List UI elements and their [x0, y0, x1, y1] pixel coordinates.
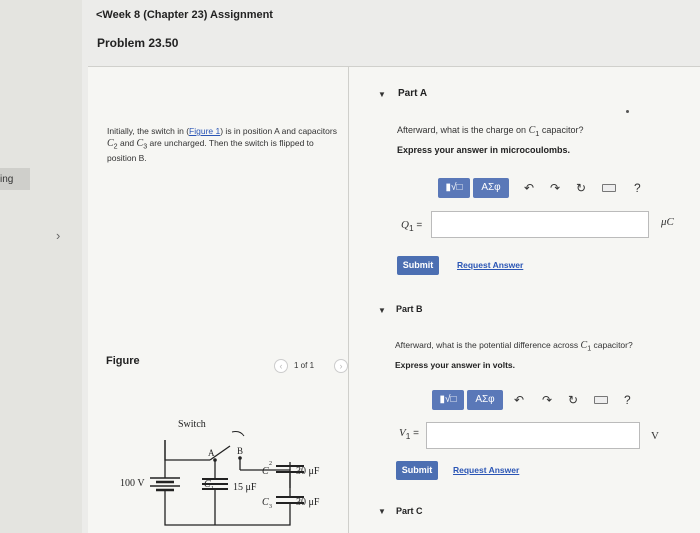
c1-subscript: 1: [211, 486, 214, 492]
question-text: Afterward, what is the charge on: [397, 125, 529, 135]
variable-symbol: Q: [401, 219, 409, 231]
part-b-question: Afterward, what is the potential differe…: [395, 340, 633, 353]
indicator-dot: [626, 110, 629, 113]
figure-link[interactable]: Figure 1: [189, 126, 220, 136]
part-a-request-answer-link[interactable]: Request Answer: [457, 260, 523, 270]
equals-sign: =: [413, 428, 419, 439]
part-b-instruction: Express your answer in volts.: [395, 360, 515, 370]
previous-figure-button[interactable]: ‹: [274, 359, 288, 373]
c2-subscript: 2: [269, 461, 272, 467]
problem-title: Problem 23.50: [97, 36, 179, 50]
problem-text-part: and: [117, 137, 137, 148]
collapse-caret-icon[interactable]: ▼: [378, 90, 386, 99]
answer-variable-label: Q1 =: [401, 219, 422, 233]
templates-button[interactable]: ▮√□: [438, 178, 470, 198]
greek-symbols-button[interactable]: ΑΣφ: [473, 178, 509, 198]
greek-symbols-button[interactable]: ΑΣφ: [467, 390, 503, 410]
capacitor-symbol: C: [107, 137, 114, 149]
switch-contact-a: [213, 458, 217, 462]
switch-label: Switch: [178, 419, 206, 430]
question-text: Afterward, what is the potential differe…: [395, 340, 581, 350]
part-a-instruction: Express your answer in microcoulombs.: [397, 145, 571, 155]
collapse-caret-icon[interactable]: ▼: [378, 306, 386, 315]
variable-symbol: V: [399, 427, 406, 439]
figure-label: Figure: [106, 355, 140, 367]
variable-subscript: 1: [405, 431, 411, 441]
battery-voltage-label: 100 V: [120, 478, 145, 489]
c3-label: C: [262, 497, 269, 508]
part-b-title[interactable]: Part B: [396, 304, 423, 314]
part-b-unit: V: [651, 430, 659, 442]
problem-text-part: ) is in position A and capacitors: [220, 126, 337, 136]
answer-variable-label: V1 =: [399, 427, 419, 441]
reset-icon[interactable]: ↻: [576, 181, 586, 195]
reset-icon[interactable]: ↻: [568, 393, 578, 407]
part-a-unit: μC: [661, 216, 674, 228]
left-sidebar: [0, 0, 82, 533]
next-figure-button[interactable]: ›: [334, 359, 348, 373]
part-b-request-answer-link[interactable]: Request Answer: [453, 465, 519, 475]
c1-value: 15 μF: [233, 482, 257, 493]
undo-icon[interactable]: ↶: [514, 393, 524, 407]
position-b-label: B: [237, 446, 243, 456]
question-text: capacitor?: [591, 340, 633, 350]
chevron-right-icon[interactable]: ›: [56, 228, 60, 243]
keyboard-icon[interactable]: [602, 184, 616, 192]
part-c-title[interactable]: Part C: [396, 506, 423, 516]
variable-subscript: 1: [408, 223, 414, 233]
back-to-assignment-link[interactable]: <Week 8 (Chapter 23) Assignment: [96, 9, 273, 21]
c2-label: C: [262, 466, 269, 477]
problem-statement: Initially, the switch in (Figure 1) is i…: [107, 126, 339, 164]
figure-counter: 1 of 1: [294, 361, 315, 370]
help-icon[interactable]: ?: [624, 393, 631, 407]
collapse-caret-icon[interactable]: ▼: [378, 507, 386, 516]
keyboard-icon[interactable]: [594, 396, 608, 404]
part-a-answer-input[interactable]: [431, 211, 649, 238]
part-b-submit-button[interactable]: Submit: [396, 461, 438, 480]
c3-subscript: 3: [269, 504, 272, 510]
equals-sign: =: [416, 220, 423, 231]
sidebar-fragment-text: ing: [0, 174, 14, 185]
c1-label: C: [204, 479, 211, 490]
part-a-submit-button[interactable]: Submit: [397, 256, 439, 275]
switch-contact-b: [238, 456, 242, 460]
part-b-answer-input[interactable]: [426, 422, 640, 449]
circuit-diagram: Switch A B 100 V C 1 15 μF C 2 30 μF C 3…: [120, 419, 320, 526]
redo-icon[interactable]: ↷: [550, 181, 560, 195]
help-icon[interactable]: ?: [634, 181, 641, 195]
c2-value: 30 μF: [296, 466, 320, 477]
redo-icon[interactable]: ↷: [542, 393, 552, 407]
part-a-question: Afterward, what is the charge on C1 capa…: [397, 125, 583, 138]
switch-arrow-icon: [231, 431, 245, 437]
question-text: capacitor?: [539, 125, 584, 135]
undo-icon[interactable]: ↶: [524, 181, 534, 195]
c3-value: 30 μF: [296, 497, 320, 508]
position-a-label: A: [208, 448, 215, 458]
templates-button[interactable]: ▮√□: [432, 390, 464, 410]
part-a-title[interactable]: Part A: [398, 88, 427, 99]
problem-text-part: Initially, the switch in (: [107, 126, 190, 136]
